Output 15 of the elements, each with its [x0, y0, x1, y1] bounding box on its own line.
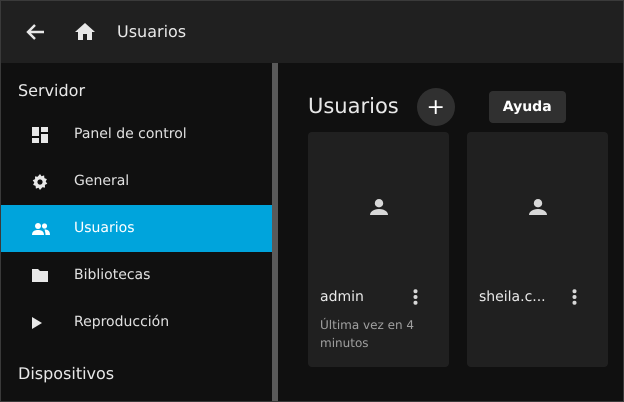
- sidebar-item[interactable]: Bibliotecas: [1, 252, 272, 299]
- sidebar-item[interactable]: General: [1, 158, 272, 205]
- last-seen-text: Última vez en 4 minutos: [319, 316, 416, 352]
- section-heading: Dispositivos: [18, 363, 114, 385]
- user-name: admin: [320, 288, 364, 306]
- user-card[interactable]: sheila.c...: [467, 132, 608, 367]
- section-title: Usuarios: [308, 93, 399, 120]
- user-name: sheila.c...: [479, 288, 546, 306]
- add-user-button[interactable]: +: [416, 88, 455, 126]
- section-heading: Servidor: [18, 80, 86, 102]
- sidebar-item[interactable]: Panel de control: [1, 111, 272, 158]
- sidebar-item[interactable]: Reproducción: [1, 299, 272, 346]
- page-title: Usuarios: [117, 21, 186, 43]
- user-card[interactable]: admin Última vez en 4 minutos: [308, 132, 449, 367]
- help-button[interactable]: Ayuda: [488, 91, 566, 123]
